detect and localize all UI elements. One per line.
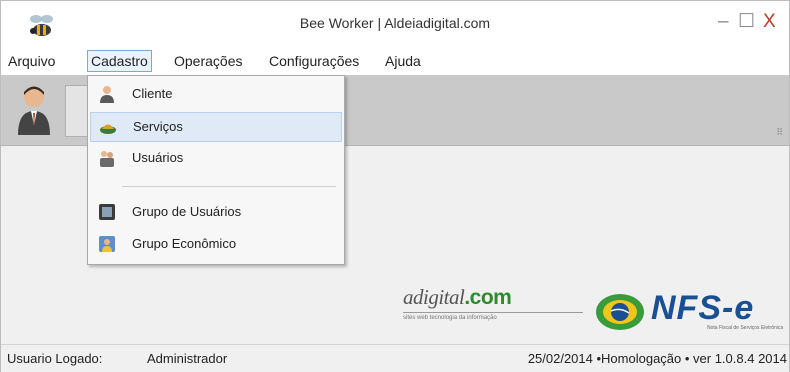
menu-item-label: Cliente: [132, 86, 173, 101]
menu-item-label: Serviços: [133, 119, 183, 134]
menu-item-label: Usuários: [132, 150, 184, 165]
status-user-name: Administrador: [147, 351, 228, 366]
window-title: Bee Worker | Aldeiadigital.com: [299, 15, 491, 31]
aldeia-logo-text: adigital.com: [403, 285, 512, 309]
menu-configuracoes[interactable]: Configurações: [266, 51, 362, 71]
aldeia-logo-line: [403, 312, 583, 313]
nfse-logo: NFS-e Nota Fiscal de Serviços Eletrônica: [595, 289, 785, 337]
menu-cadastro[interactable]: Cadastro: [87, 50, 152, 72]
menu-item-servicos[interactable]: Serviços: [90, 112, 342, 142]
status-user-label: Usuario Logado:: [7, 351, 103, 366]
menu-item-cliente[interactable]: Cliente: [90, 80, 342, 108]
menu-ajuda[interactable]: Ajuda: [382, 51, 424, 71]
client-icon: [100, 86, 114, 103]
status-info: 25/02/2014 •Homologação • ver 1.0.8.4 20…: [527, 351, 787, 366]
menu-separator: [122, 186, 336, 187]
menu-item-grupo-economico[interactable]: Grupo Econômico: [90, 230, 342, 258]
close-button[interactable]: X: [763, 11, 776, 33]
user-group-icon: [99, 204, 115, 220]
users-icon: [100, 151, 114, 167]
menu-item-grupo-usuarios[interactable]: Grupo de Usuários: [90, 198, 342, 226]
nfse-globe-icon: [596, 294, 644, 330]
menu-arquivo[interactable]: Arquivo: [5, 51, 58, 71]
toolbar-button[interactable]: [65, 85, 89, 137]
menu-item-label: Grupo Econômico: [132, 236, 237, 251]
user-icon[interactable]: [15, 83, 53, 135]
economic-group-icon: [99, 236, 115, 252]
nfse-logo-tagline: Nota Fiscal de Serviços Eletrônica: [707, 325, 784, 331]
menu-item-label: Grupo de Usuários: [132, 204, 242, 219]
menu-operacoes[interactable]: Operações: [171, 51, 245, 71]
menu-item-usuarios[interactable]: Usuários: [90, 144, 342, 172]
nfse-logo-text: NFS-e: [651, 289, 755, 327]
minimize-button[interactable]: –: [718, 11, 729, 33]
aldeia-logo-tagline: sites web tecnologia da informação: [403, 315, 497, 321]
services-icon: [100, 124, 116, 134]
toolbar-grip-icon[interactable]: ⠿: [776, 127, 783, 138]
maximize-button[interactable]: ☐: [738, 10, 755, 33]
status-bar: Usuario Logado: Administrador 25/02/2014…: [1, 344, 789, 372]
menu-bar: Arquivo Cadastro Operações Configurações…: [1, 47, 789, 75]
app-window: Bee Worker | Aldeiadigital.com – ☐ X Arq…: [0, 0, 790, 372]
title-bar[interactable]: Bee Worker | Aldeiadigital.com – ☐ X: [1, 1, 789, 47]
cadastro-dropdown-menu: Cliente Serviços Usuários Grupo de Usuár…: [87, 75, 345, 265]
aldeia-logo: adigital.com sites web tecnologia da inf…: [403, 285, 583, 329]
